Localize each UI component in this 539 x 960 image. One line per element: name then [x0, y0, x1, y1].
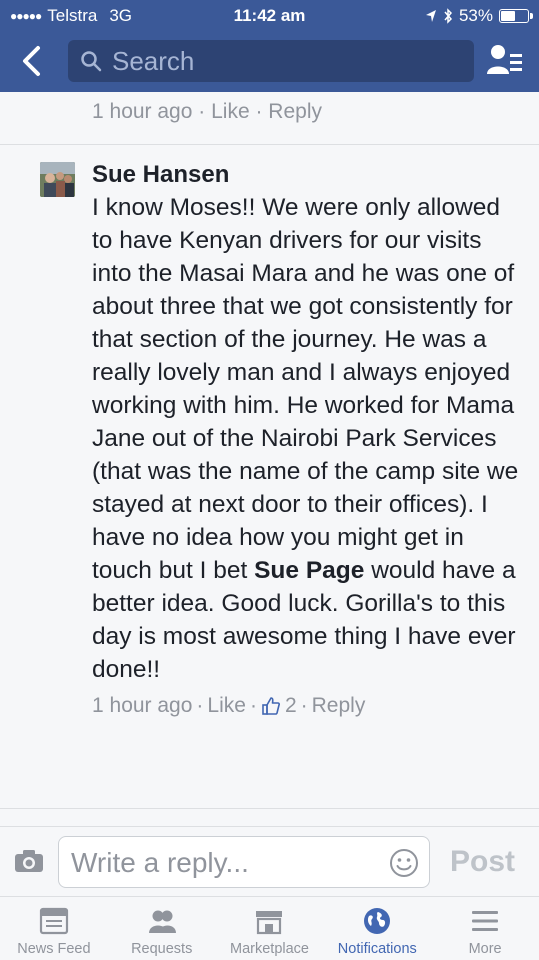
tab-label: News Feed [17, 941, 91, 957]
tab-notifications[interactable]: Notifications [323, 897, 431, 960]
tab-marketplace[interactable]: Marketplace [216, 897, 324, 960]
tab-label: More [468, 941, 502, 957]
search-icon [81, 51, 102, 72]
tab-more[interactable]: More [431, 897, 539, 960]
comment-divider [0, 144, 539, 145]
reply-input[interactable] [71, 847, 371, 879]
comment-timestamp: 1 hour ago [92, 694, 193, 717]
comment-timestamp: 1 hour ago [92, 100, 193, 123]
comment-divider [0, 808, 539, 809]
camera-icon[interactable] [14, 849, 44, 873]
bottom-tab-bar: News Feed Requests Marketplace Notificat… [0, 896, 539, 960]
search-bar[interactable] [68, 40, 474, 82]
avatar[interactable] [40, 162, 75, 197]
reply-field[interactable] [58, 836, 430, 888]
meta-separator: · [196, 694, 204, 717]
menu-icon [472, 911, 499, 931]
tab-label: Marketplace [230, 941, 309, 957]
meta-separator: · [300, 694, 308, 717]
emoji-icon[interactable] [389, 848, 419, 878]
meta-separator: · [255, 100, 269, 123]
tab-label: Notifications [337, 941, 417, 957]
thumbs-up-icon[interactable] [261, 696, 281, 716]
meta-separator: · [198, 100, 212, 123]
back-arrow-icon[interactable] [18, 44, 46, 78]
comments-area: 1 hour ago · Like · Reply Sue Hansen I k… [0, 92, 539, 826]
reply-composer: Post [0, 826, 539, 896]
comment-body: I know Moses!! We were only allowed to h… [92, 191, 522, 686]
friends-list-icon[interactable] [485, 42, 525, 80]
like-link[interactable]: Like [211, 100, 250, 123]
tab-news-feed[interactable]: News Feed [0, 897, 108, 960]
like-count[interactable]: 2 [285, 694, 297, 718]
reply-link[interactable]: Reply [312, 694, 366, 718]
comment-text: I know Moses!! We were only allowed to h… [92, 194, 519, 584]
profile-photo [40, 162, 75, 197]
battery-percent: 53% [458, 6, 493, 25]
mention-link[interactable]: Sue Page [254, 557, 364, 584]
meta-separator: · [249, 694, 257, 717]
tab-requests[interactable]: Requests [108, 897, 216, 960]
status-bar: ●●●●● Telstra 3G 11:42 am 53% [0, 0, 539, 30]
battery-level-fill [501, 11, 515, 21]
battery-icon [499, 9, 533, 23]
like-link[interactable]: Like [207, 694, 246, 718]
status-icons: 53% [425, 6, 533, 26]
comment-meta: 1 hour ago · Like · 2 · Reply [92, 694, 522, 718]
location-arrow-icon [425, 10, 436, 22]
previous-comment-meta: 1 hour ago · Like · Reply [92, 100, 322, 124]
search-input[interactable] [112, 45, 452, 77]
reply-link[interactable]: Reply [268, 100, 322, 123]
marketplace-icon [256, 911, 283, 935]
top-navigation-bar: ●●●●● Telstra 3G 11:42 am 53% [0, 0, 539, 92]
comment-author[interactable]: Sue Hansen [92, 158, 522, 191]
bluetooth-icon [444, 8, 452, 24]
comment: Sue Hansen I know Moses!! We were only a… [92, 158, 522, 718]
news-feed-icon [39, 907, 68, 935]
post-button[interactable]: Post [450, 845, 515, 879]
friend-requests-icon [148, 910, 176, 933]
globe-icon [364, 908, 391, 934]
tab-label: Requests [131, 941, 193, 957]
